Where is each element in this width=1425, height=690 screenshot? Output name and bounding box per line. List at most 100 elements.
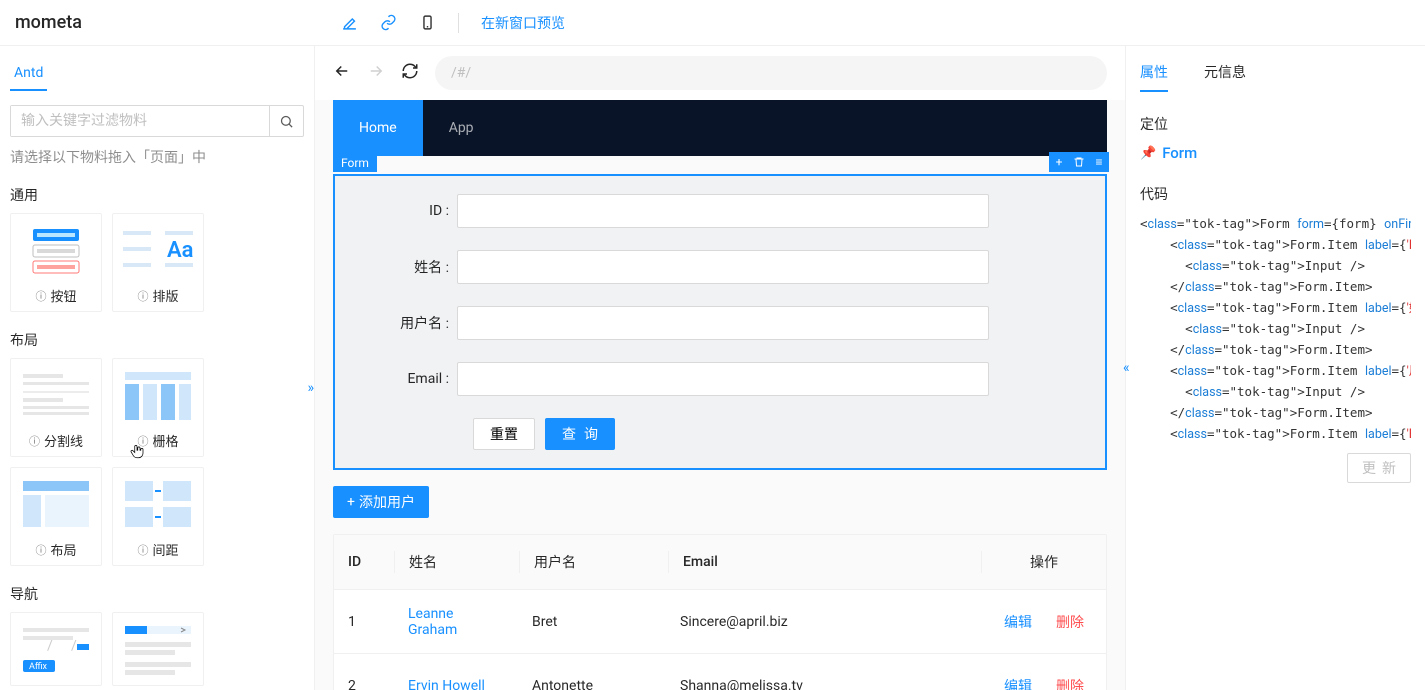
topbar: mometa 在新窗口预览	[0, 0, 1425, 46]
right-collapse-icon[interactable]: «	[1123, 360, 1130, 376]
add-user-label: 添加用户	[359, 492, 415, 512]
delete-link[interactable]: 删除	[1056, 676, 1084, 690]
form-outline[interactable]: ID : 姓名 : 用户名 :	[333, 174, 1107, 470]
material-label-text: 栅格	[152, 431, 178, 450]
app-root: mometa 在新窗口预览 Antd	[0, 0, 1425, 690]
nav-app[interactable]: App	[423, 100, 500, 156]
add-icon[interactable]: +	[1049, 152, 1069, 172]
material-space-preview	[113, 468, 203, 540]
category-general: 通用	[10, 185, 304, 205]
link-icon[interactable]	[380, 14, 397, 31]
tab-meta[interactable]: 元信息	[1204, 62, 1246, 92]
col-user: 用户名	[520, 552, 668, 572]
url-bar: /#/	[315, 46, 1125, 100]
cell-id: 2	[334, 678, 394, 690]
category-layout: 布局	[10, 330, 304, 350]
form-row-user: 用户名 :	[349, 306, 1091, 340]
material-layout[interactable]: ⓘ布局	[10, 467, 102, 566]
table-head: ID 姓名 用户名 Email 操作	[334, 535, 1106, 589]
material-grid-label: ⓘ栅格	[137, 431, 178, 456]
query-button[interactable]: 查询	[545, 418, 615, 450]
materials-tabs: Antd	[10, 46, 304, 91]
material-breadcrumb-preview	[113, 613, 203, 685]
material-typography-label: ⓘ排版	[137, 286, 178, 311]
cell-user: Bret	[518, 614, 666, 630]
input-id[interactable]	[457, 194, 989, 228]
material-label-text: 排版	[152, 286, 178, 305]
cell-ops: 编辑 删除	[982, 612, 1106, 632]
cell-ops: 编辑 删除	[982, 676, 1106, 690]
material-breadcrumb[interactable]	[112, 612, 204, 686]
material-space[interactable]: ⓘ间距	[112, 467, 204, 566]
right-tabs: 属性 元信息	[1140, 62, 1411, 92]
delete-icon[interactable]	[1069, 152, 1089, 172]
add-user-button[interactable]: +添加用户	[333, 486, 429, 518]
add-user-row: +添加用户	[333, 486, 1107, 518]
tab-antd[interactable]: Antd	[10, 61, 47, 91]
info-icon: ⓘ	[35, 542, 46, 558]
info-icon: ⓘ	[137, 542, 148, 558]
cell-name[interactable]: Ervin Howell	[394, 678, 518, 690]
menu-icon[interactable]: ≡	[1089, 152, 1109, 172]
edit-link[interactable]: 编辑	[1004, 676, 1032, 690]
pin-icon: 📌	[1140, 146, 1156, 161]
mobile-icon[interactable]	[419, 14, 436, 31]
material-button[interactable]: ⓘ按钮	[10, 213, 102, 312]
form-body: ID : 姓名 : 用户名 :	[335, 176, 1105, 468]
forward-icon[interactable]	[367, 62, 385, 84]
material-layout-label: ⓘ布局	[35, 540, 76, 565]
update-button[interactable]: 更新	[1347, 453, 1411, 483]
locate-value[interactable]: 📌 Form	[1140, 144, 1411, 162]
info-icon: ⓘ	[137, 288, 148, 304]
label-name: 姓名 :	[349, 257, 457, 277]
edit-icon[interactable]	[341, 14, 358, 31]
form-row-email: Email :	[349, 362, 1091, 396]
materials-search-input[interactable]	[11, 106, 269, 136]
material-divider[interactable]: ⓘ分割线	[10, 358, 102, 457]
canvas-panel: /#/ Home App Form + ≡	[315, 46, 1125, 690]
input-user[interactable]	[457, 306, 989, 340]
topbar-actions: 在新窗口预览	[315, 13, 565, 33]
search-icon[interactable]	[269, 106, 303, 136]
info-icon: ⓘ	[29, 433, 40, 449]
material-affix[interactable]: //Affix	[10, 612, 102, 686]
cell-id: 1	[334, 614, 394, 630]
edit-link[interactable]: 编辑	[1004, 612, 1032, 632]
table-row: 2 Ervin Howell Antonette Shanna@melissa.…	[334, 653, 1106, 690]
tab-properties[interactable]: 属性	[1140, 62, 1168, 92]
collapse-caret-icon[interactable]: »	[307, 380, 314, 396]
delete-link[interactable]: 删除	[1056, 612, 1084, 632]
input-email[interactable]	[457, 362, 989, 396]
materials-panel: Antd 请选择以下物料拖入「页面」中 通用 ⓘ按钮	[0, 46, 315, 690]
col-email: Email	[669, 554, 981, 570]
material-typography-preview: Aa	[113, 214, 203, 286]
canvas-stage: Home App Form + ≡ ID	[333, 100, 1107, 690]
code-box[interactable]: <class="tok-tag">Form form={form} onFini…	[1140, 214, 1411, 445]
materials-search	[10, 105, 304, 137]
url-text: /#/	[451, 65, 471, 81]
material-typography[interactable]: Aa ⓘ排版	[112, 213, 204, 312]
label-email: Email :	[349, 371, 457, 387]
input-name[interactable]	[457, 250, 989, 284]
material-grid[interactable]: ⓘ栅格	[112, 358, 204, 457]
reset-button[interactable]: 重置	[473, 418, 535, 450]
nav-home[interactable]: Home	[333, 100, 423, 156]
svg-text:/: /	[47, 638, 53, 654]
page-nav: Home App	[333, 100, 1107, 156]
label-user: 用户名 :	[349, 313, 457, 333]
cell-name[interactable]: Leanne Graham	[394, 606, 518, 638]
material-layout-preview	[11, 468, 101, 540]
refresh-icon[interactable]	[401, 62, 419, 84]
url-input[interactable]: /#/	[435, 56, 1107, 90]
svg-text:Aa: Aa	[167, 238, 194, 263]
preview-link[interactable]: 在新窗口预览	[481, 13, 565, 33]
selection-tag: Form	[333, 154, 377, 172]
materials-hint: 请选择以下物料拖入「页面」中	[10, 147, 304, 167]
back-icon[interactable]	[333, 62, 351, 84]
cell-email: Sincere@april.biz	[666, 614, 982, 630]
table-row: 1 Leanne Graham Bret Sincere@april.biz 编…	[334, 589, 1106, 653]
material-divider-label: ⓘ分割线	[29, 431, 83, 456]
form-buttons: 重置 查询	[349, 418, 1091, 450]
canvas-scroll[interactable]: Home App Form + ≡ ID	[315, 100, 1125, 690]
col-ops: 操作	[982, 552, 1106, 572]
